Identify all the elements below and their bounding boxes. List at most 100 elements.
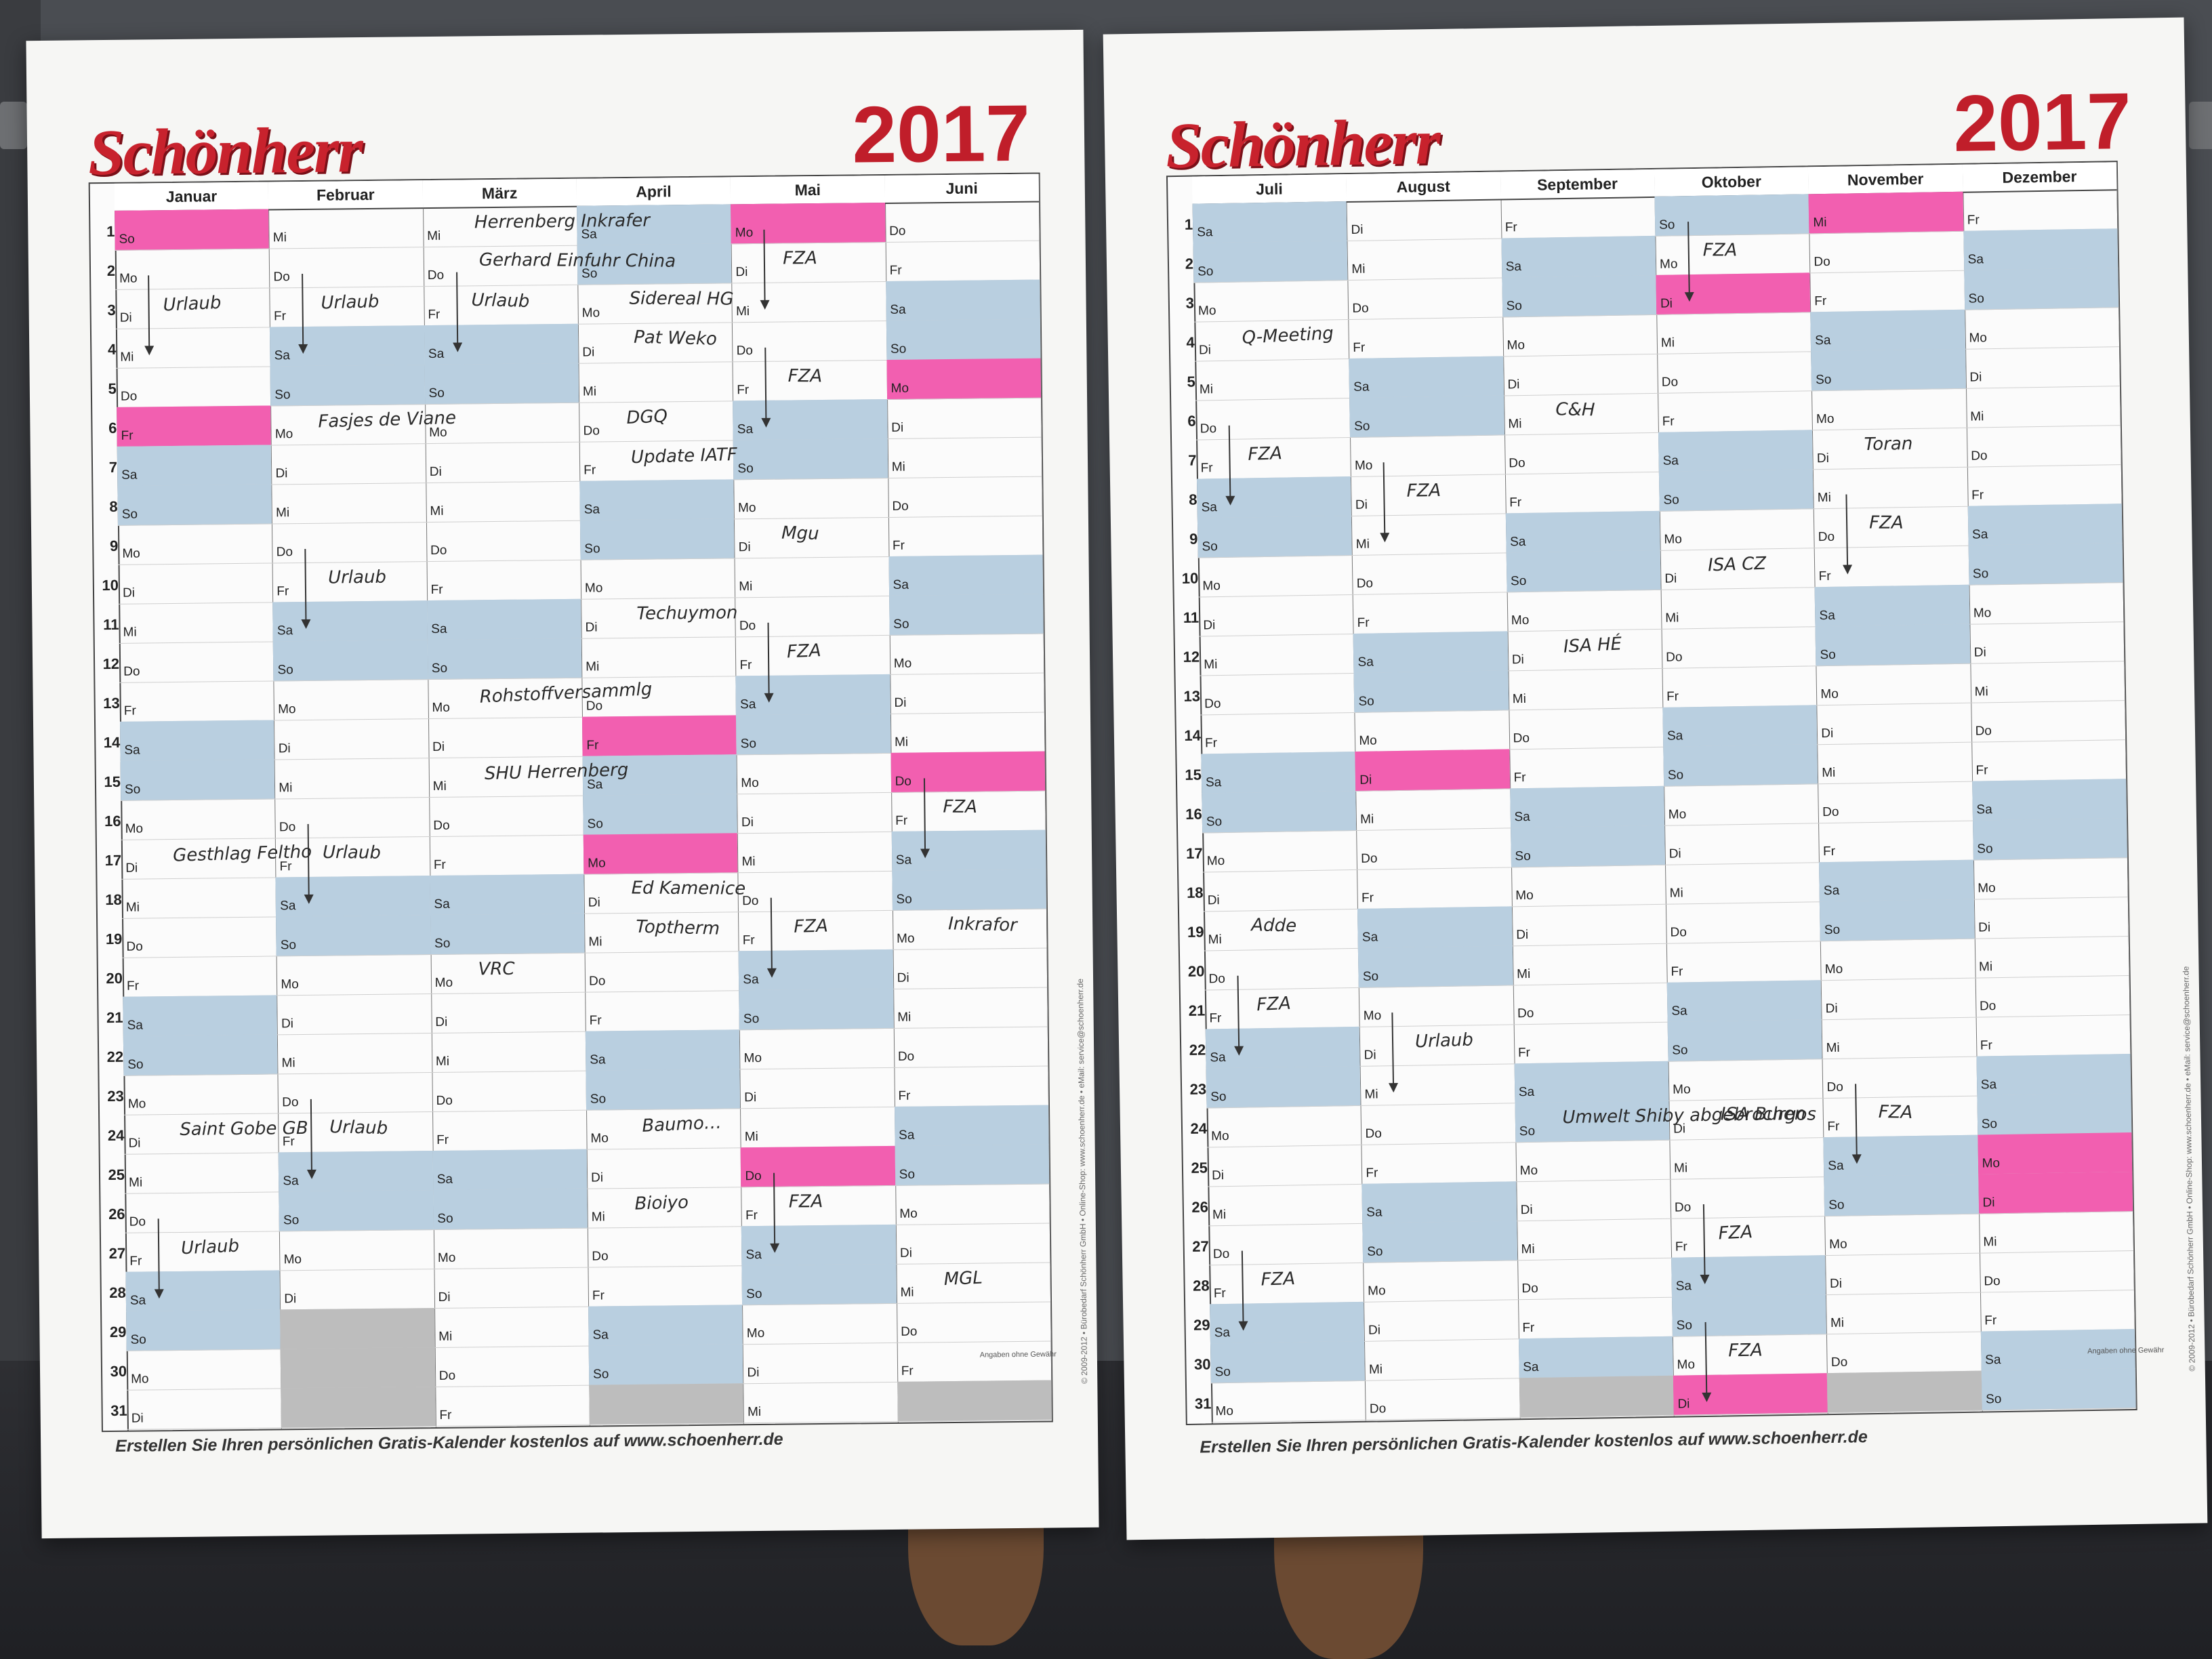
day-number: 28 (109, 1284, 126, 1302)
day-cell: Do (1352, 552, 1507, 595)
weekday-label: Fr (1209, 1011, 1222, 1026)
day-cell: Mi (1656, 312, 1811, 354)
weekday-label: Do (1670, 925, 1687, 940)
handwritten-note: FZA (786, 640, 822, 663)
weekday-label: Mo (746, 1326, 765, 1341)
handwritten-note: FZA (783, 248, 817, 269)
day-number: 16 (104, 812, 121, 830)
day-number: 13 (103, 694, 120, 712)
weekday-label: Di (1207, 893, 1220, 908)
weekday-label: Mo (432, 700, 450, 716)
day-cell: Di (425, 441, 580, 484)
day-cell: Di (279, 1269, 434, 1311)
day-cell: Fr (1818, 820, 1973, 863)
weekday-label: So (437, 1211, 453, 1226)
weekday-label: Mi (1368, 1362, 1383, 1377)
day-cell: So (1820, 899, 1975, 942)
weekday-label: Di (891, 420, 904, 435)
calendar-grid: 1 2 3 4 5 6 7 8 9 10 11 12 13 14 15 16 17 18 19 20 21 22 23 24 2… (88, 172, 1053, 1433)
day-cell: Mi (1512, 943, 1667, 986)
day-cell: Mi (1516, 1218, 1672, 1261)
weekday-label: Mi (586, 659, 600, 674)
weekday-label: Fr (1517, 1045, 1531, 1061)
day-cell (280, 1308, 435, 1350)
day-cell: Fr (1814, 545, 1969, 588)
weekday-label: So (1972, 567, 1989, 581)
day-cell: Mo (279, 1229, 434, 1271)
weekday-label: Sa (121, 468, 138, 483)
weekday-label: Di (582, 345, 595, 360)
handwritten-note: FZA (787, 366, 823, 387)
weekday-label: Fr (1522, 1320, 1535, 1336)
weekday-label: Mi (1826, 1040, 1840, 1056)
weekday-label: So (740, 737, 757, 752)
weekday-label: Mi (1508, 417, 1522, 432)
weekday-label: Mi (894, 735, 909, 750)
day-cell: Mi (268, 207, 424, 249)
weekday-label: Sa (1214, 1325, 1231, 1340)
handwritten-note: Ed Kamenice (631, 878, 746, 899)
weekday-label: Sa (431, 621, 447, 637)
day-cell: Sa (733, 398, 888, 441)
weekday-label: Di (1520, 1202, 1533, 1218)
weekday-label: Fr (1353, 340, 1366, 355)
day-cell: Do (1504, 432, 1659, 475)
weekday-label: Di (1821, 726, 1834, 741)
day-cell: Sa (1963, 228, 2118, 271)
day-number: 21 (106, 1008, 123, 1027)
day-cell: So (739, 988, 894, 1031)
day-number: 7 (108, 458, 118, 476)
weekday-label: Sa (893, 577, 909, 592)
day-cell: So (588, 1344, 743, 1386)
day-number: 16 (1185, 805, 1202, 823)
weekday-label: Mi (897, 1010, 912, 1025)
day-cell: Mo (276, 954, 431, 996)
weekday-label: Do (592, 1249, 609, 1264)
day-cell: Di (893, 947, 1048, 989)
day-cell: So (1193, 241, 1348, 283)
day-cell: Do (740, 1145, 895, 1188)
day-cell: Mo (739, 1027, 895, 1070)
weekday-label: Mi (1212, 1208, 1227, 1223)
weekday-label: Fr (436, 1132, 449, 1147)
day-cell (897, 1380, 1052, 1422)
weekday-label: Fr (273, 309, 287, 324)
day-cell: So (1502, 274, 1657, 318)
brand-logo: Schönherr (1165, 104, 1440, 182)
weekday-label: Di (744, 1090, 757, 1105)
weekday-label: Fr (428, 307, 441, 323)
weekday-label: So (280, 938, 297, 953)
weekday-label: Do (1822, 804, 1839, 820)
day-cell: So (1658, 469, 1814, 512)
weekday-label: Fr (1213, 1286, 1226, 1301)
weekday-label: So (746, 1286, 762, 1302)
day-cell: Mo (1363, 1260, 1518, 1303)
weekday-label: Di (1198, 343, 1212, 358)
day-cell: So (1358, 945, 1513, 988)
day-cell: Do (269, 247, 424, 289)
day-cell: Sa (1671, 1255, 1826, 1298)
day-cell: Mo (736, 752, 891, 795)
weekday-label: So (127, 1057, 144, 1072)
day-cell: Mo (580, 558, 735, 600)
weekday-label: Sa (1361, 930, 1378, 945)
day-cell: So (424, 363, 579, 405)
weekday-label: Mi (588, 935, 602, 949)
day-cell: Mi (271, 483, 426, 525)
weekday-label: Mi (279, 781, 293, 796)
weekday-label: Mo (588, 856, 606, 871)
day-number: 31 (1194, 1395, 1212, 1412)
day-cell: Mo (1210, 1380, 1366, 1423)
weekday-label: So (743, 1011, 760, 1027)
month-header: April (576, 177, 731, 207)
weekday-label: Di (1203, 618, 1216, 633)
day-cell: Mi (1821, 1017, 1977, 1060)
day-number: 26 (108, 1205, 125, 1223)
weekday-label: Sa (1518, 1084, 1535, 1100)
weekday-label: Mo (1215, 1404, 1234, 1419)
day-number: 12 (102, 655, 120, 673)
weekday-label: Di (275, 466, 288, 481)
day-cell: Do (1360, 1103, 1516, 1145)
day-cell: Mi (1359, 1063, 1515, 1106)
weekday-label: Sa (1666, 729, 1683, 743)
